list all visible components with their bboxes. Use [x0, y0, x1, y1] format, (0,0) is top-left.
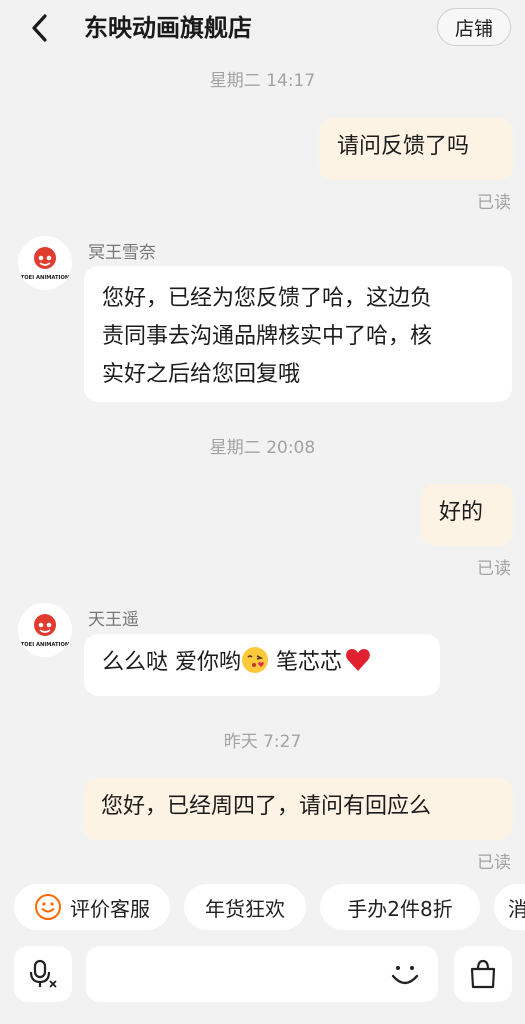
outgoing-message[interactable]: 您好，已经周四了，请问有回应么 [83, 778, 513, 840]
logo-text: TOEI ANIMATION [21, 275, 70, 281]
input-bar [0, 946, 525, 1006]
read-status: 已读 [477, 559, 511, 579]
page-title: 东映动画旗舰店 [84, 14, 252, 42]
quick-reply-more[interactable]: 消 [494, 884, 525, 930]
toei-logo-icon: TOEI ANIMATION [18, 603, 72, 657]
shopping-bag-icon [470, 959, 496, 989]
avatar[interactable]: TOEI ANIMATION [18, 603, 72, 657]
outgoing-message[interactable]: 好的 [421, 484, 513, 546]
timestamp: 星期二 20:08 [209, 438, 316, 458]
avatar[interactable]: TOEI ANIMATION [18, 236, 72, 290]
voice-input-button[interactable] [14, 946, 72, 1002]
heart-emoji-icon [346, 649, 370, 671]
quick-reply-rate-service[interactable]: 评价客服 [14, 884, 170, 930]
chevron-left-icon [32, 14, 47, 42]
outgoing-message[interactable]: 请问反馈了吗 [319, 118, 513, 180]
store-button[interactable]: 店铺 [437, 8, 511, 46]
timestamp: 昨天 7:27 [223, 732, 302, 752]
shop-button[interactable] [454, 946, 512, 1002]
read-status: 已读 [477, 853, 511, 873]
back-button[interactable] [22, 10, 58, 46]
microphone-icon [29, 959, 57, 988]
kiss-emoji-icon [242, 647, 268, 673]
logo-text: TOEI ANIMATION [21, 642, 70, 648]
incoming-message[interactable]: 您好，已经为您反馈了哈，这边负 责同事去沟通品牌核实中了哈，核 实好之后给您回复… [84, 266, 512, 402]
toei-logo-icon: TOEI ANIMATION [18, 236, 72, 290]
chip-label: 评价客服 [70, 896, 150, 921]
read-status: 已读 [477, 193, 511, 213]
smile-icon [35, 894, 61, 920]
incoming-message[interactable]: 么么哒 爱你哟 笔芯芯 [84, 634, 440, 696]
quick-reply-new-year-sale[interactable]: 年货狂欢 [184, 884, 306, 930]
message-text: 么么哒 爱你哟 [102, 650, 241, 675]
message-line: 您好，已经为您反馈了哈，这边负 [102, 286, 433, 311]
sender-name: 冥王雪奈 [88, 243, 156, 263]
timestamp: 星期二 14:17 [209, 71, 316, 91]
message-line: 实好之后给您回复哦 [102, 362, 301, 387]
emoji-button[interactable] [388, 958, 422, 992]
header: 东映动画旗舰店 店铺 [0, 0, 525, 58]
smile-icon [391, 966, 419, 985]
message-line: 责同事去沟通品牌核实中了哈，核 [102, 324, 433, 349]
chat-screen: 东映动画旗舰店 店铺 星期二 14:17 请问反馈了吗 已读 TOEI ANIM… [0, 0, 525, 1024]
message-input[interactable] [86, 946, 438, 1002]
quick-reply-figure-discount[interactable]: 手办2件8折 [320, 884, 480, 930]
sender-name: 天王遥 [88, 610, 139, 630]
quick-reply-bar: 评价客服 年货狂欢 手办2件8折 消 [0, 884, 525, 930]
message-text: 笔芯芯 [269, 650, 342, 675]
